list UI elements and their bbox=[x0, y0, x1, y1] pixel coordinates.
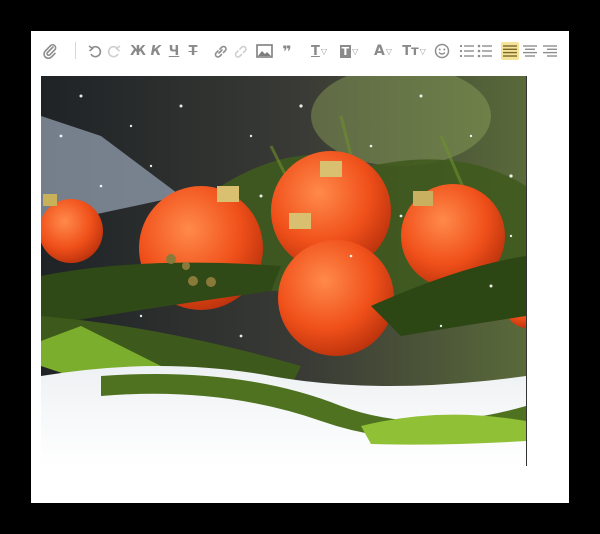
chevron-down-icon: ▽ bbox=[385, 46, 392, 56]
paperclip-icon[interactable] bbox=[41, 42, 59, 60]
text-style-dropdown[interactable]: T ▽ bbox=[305, 42, 333, 60]
photo-illustration bbox=[41, 76, 526, 466]
undo-icon[interactable] bbox=[87, 42, 103, 60]
font-size-dropdown[interactable]: Tт ▽ bbox=[399, 42, 429, 60]
text-box-dropdown[interactable]: T ▽ bbox=[335, 42, 363, 60]
chevron-down-icon: ▽ bbox=[352, 46, 359, 56]
chevron-down-icon: ▽ bbox=[320, 46, 328, 56]
unordered-list-icon[interactable] bbox=[477, 42, 493, 60]
editor-toolbar: Ж К Ч Т ❞ T ▽ T ▽ A ▽ Tт ▽ bbox=[31, 31, 569, 71]
link-icon[interactable] bbox=[211, 42, 229, 60]
image-resize-edge[interactable] bbox=[526, 76, 527, 466]
quote-button[interactable]: ❞ bbox=[279, 42, 295, 61]
font-size-label: Tт bbox=[402, 43, 419, 59]
toolbar-separator bbox=[75, 42, 76, 59]
bold-button[interactable]: Ж bbox=[130, 42, 146, 60]
chevron-down-icon: ▽ bbox=[419, 46, 426, 56]
font-color-dropdown[interactable]: A ▽ bbox=[369, 42, 397, 60]
editor-window: Ж К Ч Т ❞ T ▽ T ▽ A ▽ Tт ▽ bbox=[31, 31, 569, 503]
unlink-icon[interactable] bbox=[231, 42, 249, 60]
strikethrough-button[interactable]: Т bbox=[186, 42, 200, 60]
italic-button[interactable]: К bbox=[150, 42, 162, 60]
smiley-icon[interactable] bbox=[433, 42, 451, 60]
redo-icon[interactable] bbox=[105, 42, 121, 60]
align-right-icon[interactable] bbox=[541, 42, 559, 60]
image-icon[interactable] bbox=[255, 42, 273, 60]
text-style-label: T bbox=[310, 43, 320, 59]
ordered-list-icon[interactable] bbox=[459, 42, 475, 60]
underline-button[interactable]: Ч bbox=[168, 42, 180, 60]
text-box-label: T bbox=[339, 44, 352, 58]
christmas-ornaments-photo[interactable] bbox=[41, 76, 526, 466]
font-color-label: A bbox=[374, 43, 385, 59]
align-left-icon[interactable] bbox=[501, 42, 519, 60]
align-center-icon[interactable] bbox=[521, 42, 539, 60]
